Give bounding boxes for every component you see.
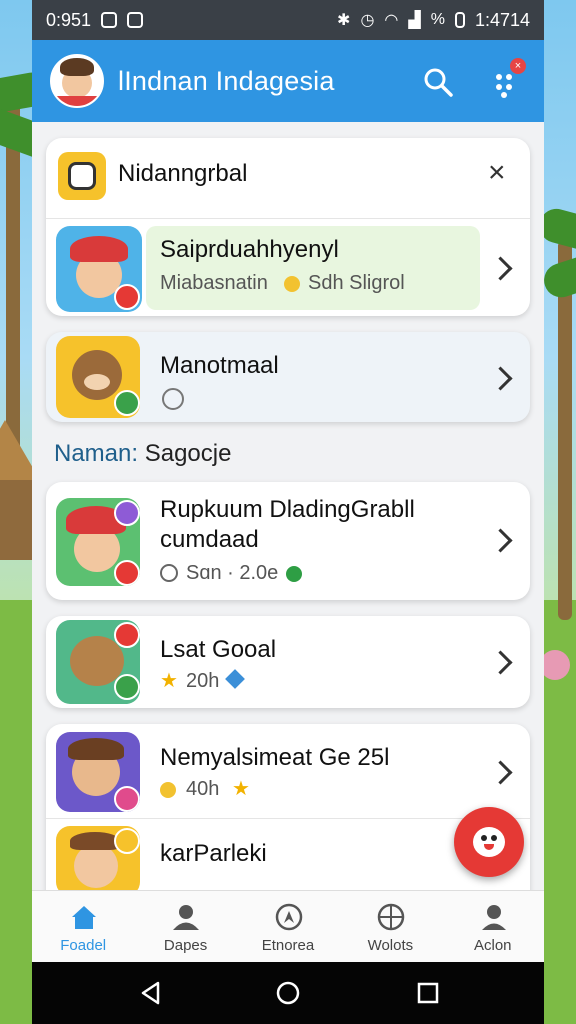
chevron-right-icon <box>488 760 513 785</box>
home-circle-icon[interactable] <box>275 980 301 1006</box>
nav-label: Aclon <box>473 937 512 954</box>
system-navigation-bar <box>32 962 544 1024</box>
user-avatar[interactable] <box>50 54 104 108</box>
flower-decoration <box>540 650 570 680</box>
section-header-label: Naman: <box>54 440 139 467</box>
nav-item-wolots[interactable]: Wolots <box>339 891 441 962</box>
divider <box>46 218 530 219</box>
cartoon-kid-thumbnail <box>56 732 140 812</box>
star-icon: ★ <box>160 670 178 692</box>
card-title: Nidanngrbal <box>118 160 248 187</box>
mascot-icon <box>473 827 505 857</box>
divider <box>46 818 530 819</box>
item-title: Saiprduahhyenyl <box>160 236 339 263</box>
notification-badge: × <box>510 58 526 74</box>
chevron-right-icon <box>488 256 513 281</box>
battery-percent-icon: % <box>430 11 445 28</box>
item-subtitle-right: Sdh Sligrol <box>308 272 405 294</box>
timer-icon <box>160 564 178 582</box>
status-right-text: 1:4714 <box>474 9 530 30</box>
bottom-navigation: Foadel Dapes Etnorea Wolots Aclon <box>32 890 544 962</box>
nav-label: Etnorea <box>261 937 315 954</box>
item-title: karParleki <box>160 840 267 867</box>
cartoon-boy-thumbnail <box>56 226 142 312</box>
list-item-lsat-gooal[interactable]: Lsat Gooal ★ 20h <box>46 616 530 708</box>
bear-thumbnail <box>56 336 140 418</box>
app-logo-icon <box>58 152 106 200</box>
hut-background <box>0 420 40 580</box>
message-icon <box>101 12 118 28</box>
item-meta: 40h <box>186 778 220 800</box>
section-header-value: Sagocje <box>144 440 232 467</box>
card-manotmaal[interactable]: Manotmaal <box>46 332 530 422</box>
item-subtitle-left: Miabasnatin <box>160 272 268 294</box>
bluetooth-icon: ✱ <box>337 12 351 29</box>
compass-icon <box>275 903 303 931</box>
chevron-right-icon <box>488 366 513 391</box>
section-header: Naman: Sagocje <box>54 440 231 468</box>
item-title: Nemyalsimeat Ge 25l <box>160 744 390 771</box>
nav-label: Dapes <box>163 937 208 954</box>
item-title: Lsat Gooal <box>160 636 277 663</box>
list-item-saiprduahhyenyl[interactable]: Saiprduahhyenyl Miabasnatin Sdh Sligrol <box>46 220 530 316</box>
nav-item-aclon[interactable]: Aclon <box>442 891 544 962</box>
home-icon <box>72 906 96 929</box>
nav-item-etnorea[interactable]: Etnorea <box>237 891 339 962</box>
coin-icon <box>160 782 176 798</box>
recents-icon[interactable] <box>415 980 441 1006</box>
beaver-thumbnail <box>56 620 140 704</box>
list-item-rupkuum[interactable]: Rupkuum DladingGrabll cumdaad Sɑn · 2.0e <box>46 482 530 600</box>
star-icon: ★ <box>232 778 250 800</box>
app-title: lIndnan Indagesia <box>118 65 335 96</box>
person-icon <box>173 905 200 930</box>
back-icon[interactable] <box>138 980 164 1006</box>
card-nidanngrbal: Nidanngrbal × Saiprduahhyenyl Miabasnati… <box>46 138 530 316</box>
search-icon[interactable] <box>422 66 454 98</box>
status-bar: 0:951 ✱ ◷ ◠ ▟ % 1:4714 <box>32 0 544 40</box>
nav-item-dapes[interactable]: Dapes <box>134 891 236 962</box>
item-title: Rupkuum DladingGrabll <box>160 496 415 523</box>
battery-icon <box>454 12 465 28</box>
chevron-right-icon <box>488 650 513 675</box>
wifi-icon: ◠ <box>384 12 399 29</box>
status-time: 0:951 <box>46 9 92 30</box>
card-title: Manotmaal <box>160 352 279 379</box>
check-icon <box>286 566 302 582</box>
app-header: lIndnan Indagesia × <box>32 40 544 122</box>
nav-label: Wolots <box>367 937 414 954</box>
target-icon <box>377 903 405 931</box>
item-title-line2: cumdaad <box>160 526 259 553</box>
coin-icon <box>284 276 300 292</box>
alarm-icon: ◷ <box>360 12 375 29</box>
app-window: lIndnan Indagesia × Nidanngrbal × Saiprd… <box>32 40 544 962</box>
profile-icon <box>481 905 506 930</box>
clock-icon <box>162 388 184 410</box>
chevron-right-icon <box>488 528 513 553</box>
nav-item-home[interactable]: Foadel <box>32 891 134 962</box>
cartoon-hat-kid-thumbnail <box>56 826 140 896</box>
notification-icon <box>127 12 144 28</box>
main-content: Nidanngrbal × Saiprduahhyenyl Miabasnati… <box>32 122 544 924</box>
item-meta: Sɑn · 2.0e <box>186 562 279 584</box>
list-item-nemyalsimeat[interactable]: Nemyalsimeat Ge 25l 40h ★ <box>46 724 530 818</box>
gem-icon <box>225 669 245 689</box>
close-icon[interactable]: × <box>488 156 506 190</box>
mascot-fab-button[interactable] <box>454 807 524 877</box>
signal-icon: ▟ <box>408 12 421 29</box>
cartoon-girl-thumbnail <box>56 498 140 586</box>
nav-label: Foadel <box>60 937 107 954</box>
item-meta: 20h <box>186 670 220 692</box>
